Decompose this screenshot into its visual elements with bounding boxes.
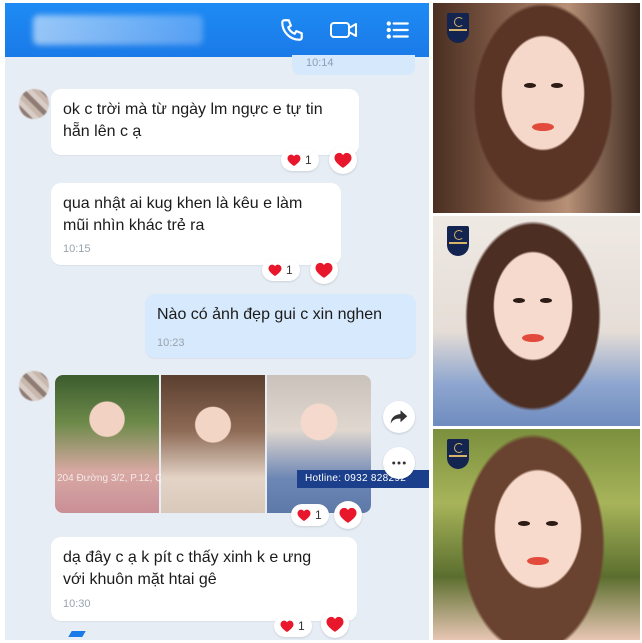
collage: 10:14 ok c trời mà từ ngày lm ngực e tự … (0, 0, 642, 643)
heart-icon (339, 507, 357, 523)
eye (546, 521, 558, 526)
clinic-logo-icon (447, 439, 469, 469)
reaction-count-badge[interactable]: 1 (262, 259, 300, 281)
react-heart-button[interactable] (321, 610, 349, 638)
message-text: qua nhật ai kug khen là kêu e làm mũi nh… (63, 195, 303, 234)
shared-photo[interactable] (267, 375, 371, 513)
chat-screen: 10:14 ok c trời mà từ ngày lm ngực e tự … (5, 3, 429, 640)
eye (513, 298, 525, 303)
avatar[interactable] (19, 89, 49, 119)
shared-photo[interactable]: 204 Đường 3/2, P.12, Q.10, TP.HCM (55, 375, 219, 513)
compose-indicator (68, 631, 86, 637)
reaction-count-badge[interactable]: 1 (291, 504, 329, 526)
share-forward-button[interactable] (383, 401, 415, 433)
message-time: 10:23 (157, 337, 185, 349)
message-time: 10:14 (306, 57, 334, 69)
incoming-message-bubble[interactable]: ok c trời mà từ ngày lm ngực e tự tin hẵ… (51, 89, 359, 155)
phone-icon[interactable] (279, 17, 305, 43)
incoming-message-bubble[interactable]: qua nhật ai kug khen là kêu e làm mũi nh… (51, 183, 341, 265)
portrait-photo (433, 3, 640, 213)
more-options-button[interactable] (383, 447, 415, 479)
lips (527, 557, 549, 565)
eye (540, 298, 552, 303)
incoming-message-bubble[interactable]: dạ đây c ạ k pít c thấy xinh k e ưng với… (51, 537, 357, 621)
message-time: 10:15 (63, 243, 91, 255)
portrait-photo (433, 216, 640, 426)
reaction-count-badge[interactable]: 1 (281, 149, 319, 171)
heart-icon (334, 152, 352, 168)
outgoing-message-bubble[interactable]: Nào có ảnh đẹp gui c xin nghen 10:23 (145, 294, 416, 358)
heart-icon (297, 509, 311, 521)
photo-message-group[interactable]: 204 Đường 3/2, P.12, Q.10, TP.HCM (55, 375, 371, 513)
menu-list-icon[interactable] (385, 17, 411, 43)
clinic-logo-icon (447, 13, 469, 43)
video-call-icon[interactable] (329, 17, 359, 43)
portrait-photo (433, 429, 640, 640)
react-heart-button[interactable] (310, 256, 338, 284)
react-heart-button[interactable] (334, 501, 362, 529)
message-text: ok c trời mà từ ngày lm ngực e tự tin hẵ… (63, 101, 323, 140)
heart-icon (280, 620, 294, 632)
eye (518, 521, 530, 526)
message-time: 10:30 (63, 598, 91, 610)
heart-icon (287, 154, 301, 166)
more-dots-icon (392, 461, 406, 465)
message-text: dạ đây c ạ k pít c thấy xinh k e ưng với… (63, 549, 312, 588)
message-text: Nào có ảnh đẹp gui c xin nghen (157, 306, 383, 323)
reaction-count-badge[interactable]: 1 (274, 615, 312, 637)
forward-arrow-icon (390, 410, 408, 424)
heart-icon (315, 262, 333, 278)
clinic-logo-icon (447, 226, 469, 256)
previous-message-bubble: 10:14 (292, 55, 415, 75)
eye (551, 83, 563, 88)
heart-icon (268, 264, 282, 276)
lips (522, 334, 544, 342)
chat-header (5, 3, 429, 57)
eye (524, 83, 536, 88)
avatar[interactable] (19, 371, 49, 401)
heart-icon (326, 616, 344, 632)
shared-photo[interactable] (161, 375, 265, 513)
react-heart-button[interactable] (329, 146, 357, 174)
blurred-contact-name (33, 15, 203, 45)
lips (532, 123, 554, 131)
